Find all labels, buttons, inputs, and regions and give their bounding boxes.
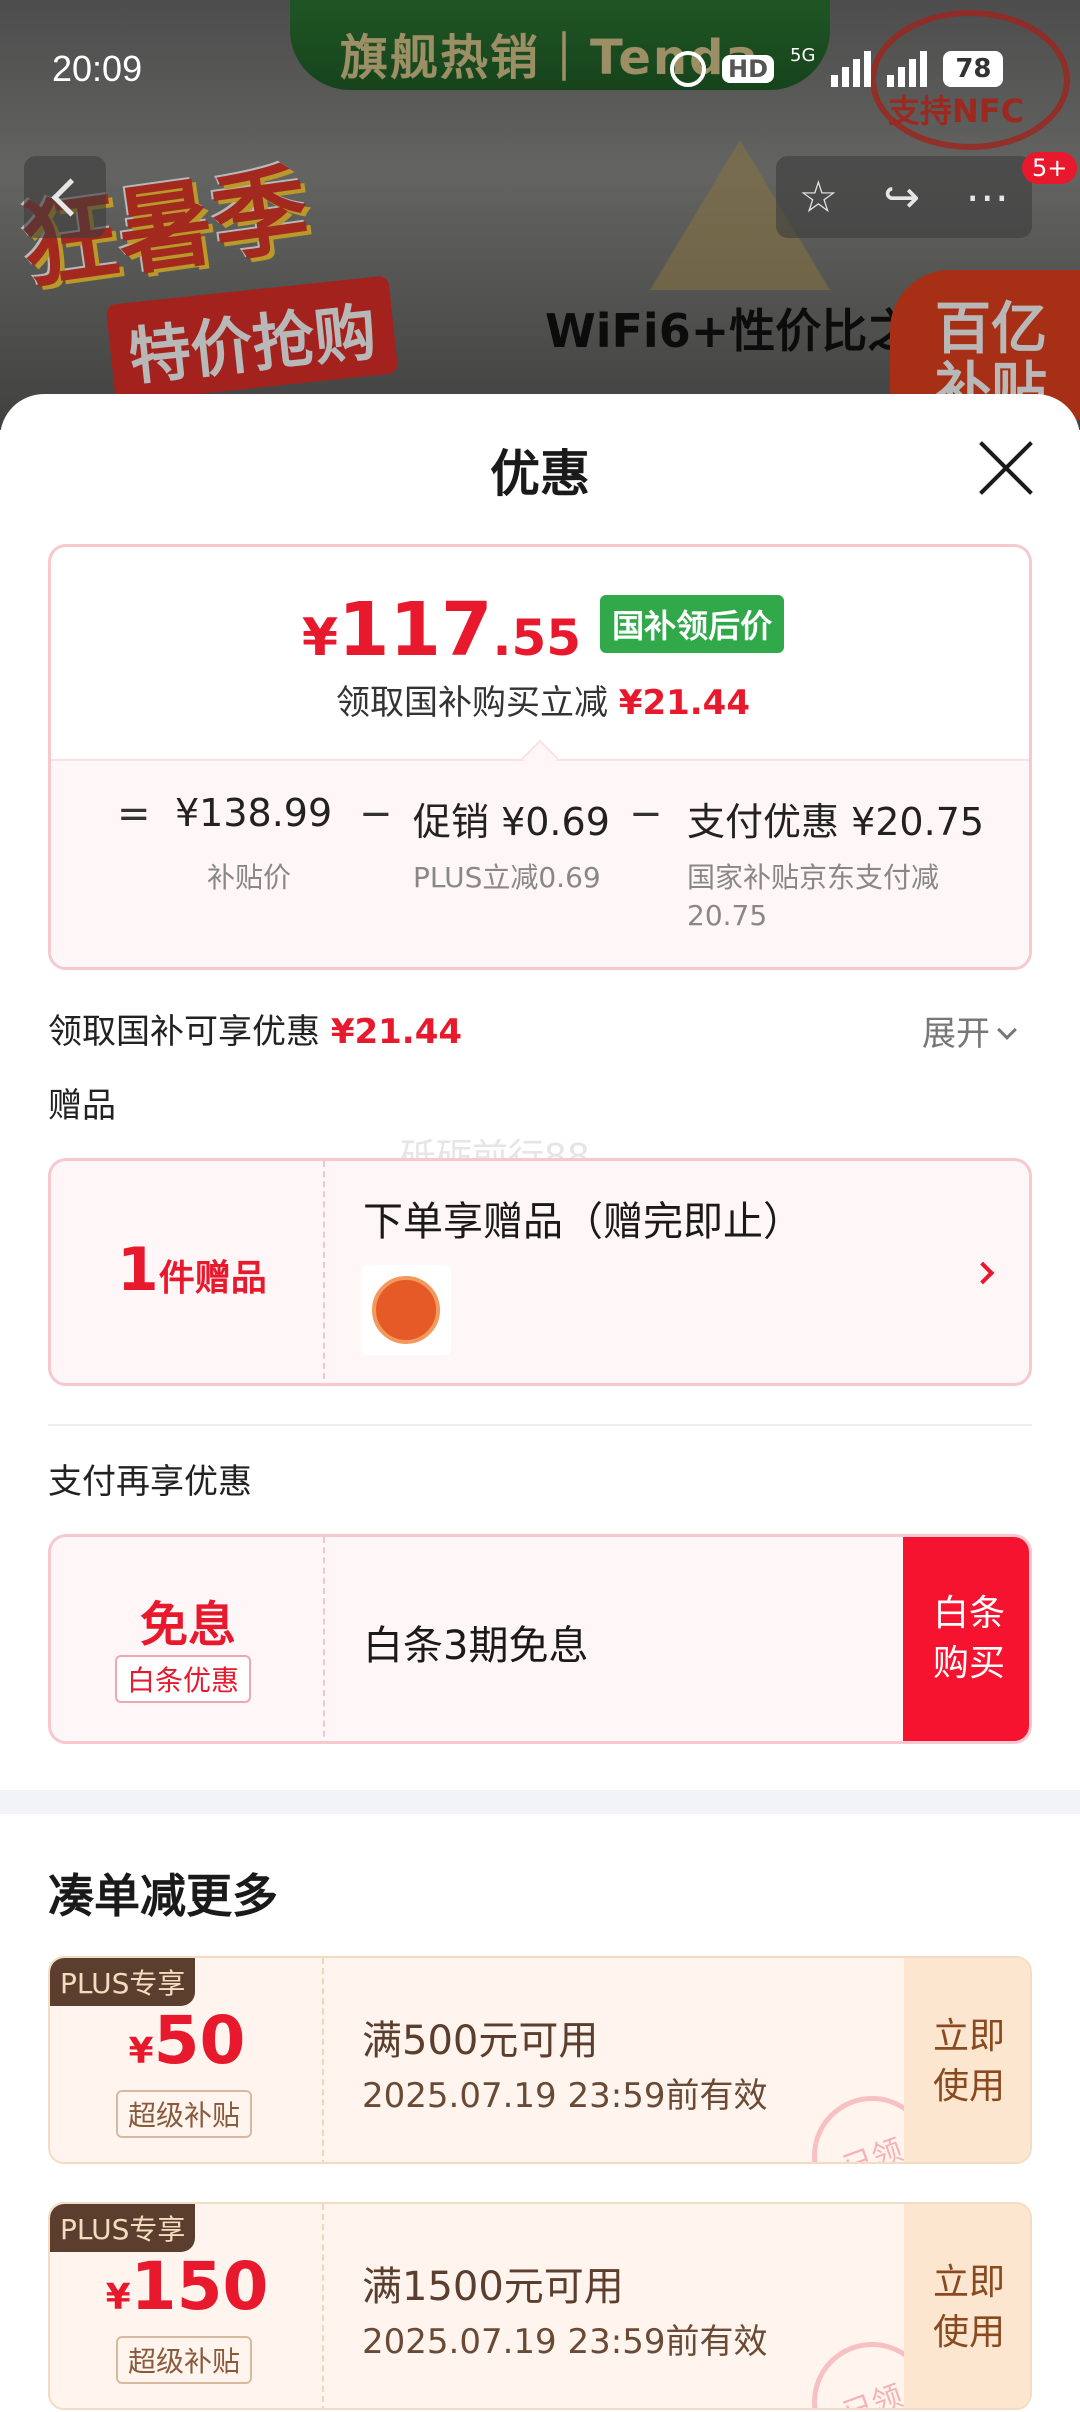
promo-label: PLUS立减0.69 bbox=[413, 861, 601, 894]
base-price-value: ¥138.99 bbox=[175, 791, 333, 835]
coupon-amount: ¥150 bbox=[50, 2248, 324, 2325]
price-sub-amount: ¥21.44 bbox=[618, 683, 750, 723]
coupon-type: 超级补贴 bbox=[116, 2336, 253, 2384]
base-price-label: 补贴价 bbox=[207, 861, 292, 894]
section-divider bbox=[48, 1424, 1032, 1426]
sheet-title: 优惠 bbox=[490, 445, 590, 503]
status-bar: 20:09 HD 5G 78 bbox=[0, 0, 1080, 140]
equals-sign: = bbox=[117, 791, 151, 837]
more-section-title: 凑单减更多 bbox=[48, 1869, 278, 1923]
promo-value: 促销 ¥0.69 bbox=[413, 800, 610, 844]
subsidy-row-label: 领取国补可享优惠 bbox=[48, 1012, 320, 1052]
baitiao-buy-label: 白条 购买 bbox=[932, 1593, 1005, 1684]
more-icon[interactable]: ⋯ bbox=[965, 172, 1009, 223]
interest-free-label: 免息 bbox=[139, 1597, 236, 1653]
coupon-condition: 满500元可用 bbox=[362, 2018, 599, 2064]
use-coupon-button[interactable]: 立即 使用 bbox=[904, 2204, 1030, 2408]
coupon-expiry: 2025.07.19 23:59前有效 bbox=[362, 2076, 768, 2116]
coupon-left: PLUS专享 ¥150 超级补贴 bbox=[50, 2204, 324, 2408]
gift-thumbnail bbox=[361, 1265, 451, 1355]
price-currency: ¥ bbox=[301, 608, 339, 668]
gift-title: 下单享赠品（赠完即止） bbox=[363, 1199, 803, 1245]
status-time: 20:09 bbox=[52, 48, 143, 89]
signal-icon bbox=[831, 51, 872, 87]
plus-exclusive-tag: PLUS专享 bbox=[50, 2204, 196, 2252]
price-sub-label: 领取国补购买立减 bbox=[335, 683, 608, 723]
expand-toggle[interactable]: 展开 bbox=[922, 1006, 1017, 1055]
coupon-card: PLUS专享 ¥150 超级补贴 满1500元可用 2025.07.19 23:… bbox=[48, 2202, 1032, 2410]
use-coupon-label: 立即 使用 bbox=[932, 2016, 1005, 2107]
battery-icon: 78 bbox=[943, 51, 1004, 87]
installment-card-left: 免息 白条优惠 bbox=[51, 1537, 325, 1741]
gift-section-label: 赠品 bbox=[48, 1086, 116, 1126]
coupon-type: 超级补贴 bbox=[116, 2090, 253, 2138]
subsidy-row: 领取国补可享优惠 ¥21.44 bbox=[48, 1004, 462, 1053]
subsidy-row-amount: ¥21.44 bbox=[330, 1012, 463, 1052]
network-type-label: 5G bbox=[790, 44, 816, 66]
favorite-star-icon[interactable]: ☆ bbox=[799, 172, 838, 223]
coupon-expiry: 2025.07.19 23:59前有效 bbox=[362, 2322, 768, 2362]
chevron-down-icon bbox=[997, 1020, 1017, 1040]
coupon-value: 50 bbox=[153, 2002, 246, 2079]
installment-card: 免息 白条优惠 白条3期免息 白条 购买 bbox=[48, 1534, 1032, 1744]
installment-text: 白条3期免息 bbox=[363, 1623, 589, 1669]
chevron-right-icon bbox=[971, 1261, 995, 1285]
minus-sign-2: − bbox=[629, 791, 663, 837]
coupon-card: PLUS专享 ¥50 超级补贴 满500元可用 2025.07.19 23:59… bbox=[48, 1956, 1032, 2164]
coupon-left: PLUS专享 ¥50 超级补贴 bbox=[50, 1958, 324, 2162]
baitiao-buy-button[interactable]: 白条 购买 bbox=[903, 1537, 1029, 1741]
expand-label: 展开 bbox=[922, 1014, 990, 1054]
signal-icon-2 bbox=[887, 51, 928, 87]
gift-count-unit: 件赠品 bbox=[158, 1258, 267, 1299]
coupon-currency: ¥ bbox=[128, 2031, 154, 2072]
gift-card[interactable]: 1件赠品 下单享赠品（赠完即止） bbox=[48, 1158, 1032, 1386]
coupon-condition: 满1500元可用 bbox=[362, 2264, 624, 2310]
share-icon[interactable]: ↪ bbox=[883, 172, 920, 223]
gift-count: 1件赠品 bbox=[117, 1235, 267, 1305]
price-integer: 117 bbox=[338, 587, 493, 673]
price-tag: 国补领后价 bbox=[600, 595, 785, 653]
use-coupon-button[interactable]: 立即 使用 bbox=[904, 1958, 1030, 2162]
price-subtitle: 领取国补购买立减 ¥21.44 bbox=[51, 675, 1029, 724]
gift-image-icon bbox=[372, 1276, 440, 1344]
price-card: ¥117.55 国补领后价 领取国补购买立减 ¥21.44 = ¥138.99 … bbox=[48, 544, 1032, 970]
hd-icon: HD bbox=[722, 55, 775, 83]
pay-discount-value: 支付优惠 ¥20.75 bbox=[687, 800, 985, 844]
section-gap bbox=[0, 1790, 1080, 1814]
final-price: ¥117.55 国补领后价 bbox=[51, 587, 1029, 673]
status-icons: HD 5G 78 bbox=[670, 44, 1004, 92]
coupon-amount: ¥50 bbox=[50, 2002, 324, 2079]
back-button[interactable] bbox=[24, 156, 106, 238]
use-coupon-label: 立即 使用 bbox=[932, 2262, 1005, 2353]
alarm-icon bbox=[670, 51, 706, 87]
price-breakdown: = ¥138.99 补贴价 − 促销 ¥0.69 PLUS立减0.69 − 支付… bbox=[51, 759, 1029, 967]
baitiao-tag: 白条优惠 bbox=[115, 1655, 252, 1703]
nav-actions: ☆ ↪ ⋯ bbox=[776, 156, 1032, 238]
plus-exclusive-tag: PLUS专享 bbox=[50, 1958, 196, 2006]
payment-section-label: 支付再享优惠 bbox=[48, 1462, 252, 1502]
coupon-value: 150 bbox=[130, 2248, 269, 2325]
gift-count-number: 1 bbox=[117, 1235, 159, 1305]
gift-card-left: 1件赠品 bbox=[51, 1161, 325, 1383]
coupon-currency: ¥ bbox=[105, 2277, 131, 2318]
minus-sign: − bbox=[359, 791, 393, 837]
pay-discount-label: 国家补贴京东支付减20.75 bbox=[687, 861, 940, 932]
discount-sheet: 优惠 ¥117.55 国补领后价 领取国补购买立减 ¥21.44 = ¥138.… bbox=[0, 394, 1080, 2412]
message-count-badge: 5+ bbox=[1022, 152, 1078, 184]
price-decimal: .55 bbox=[492, 609, 582, 667]
close-icon[interactable] bbox=[976, 438, 1036, 498]
